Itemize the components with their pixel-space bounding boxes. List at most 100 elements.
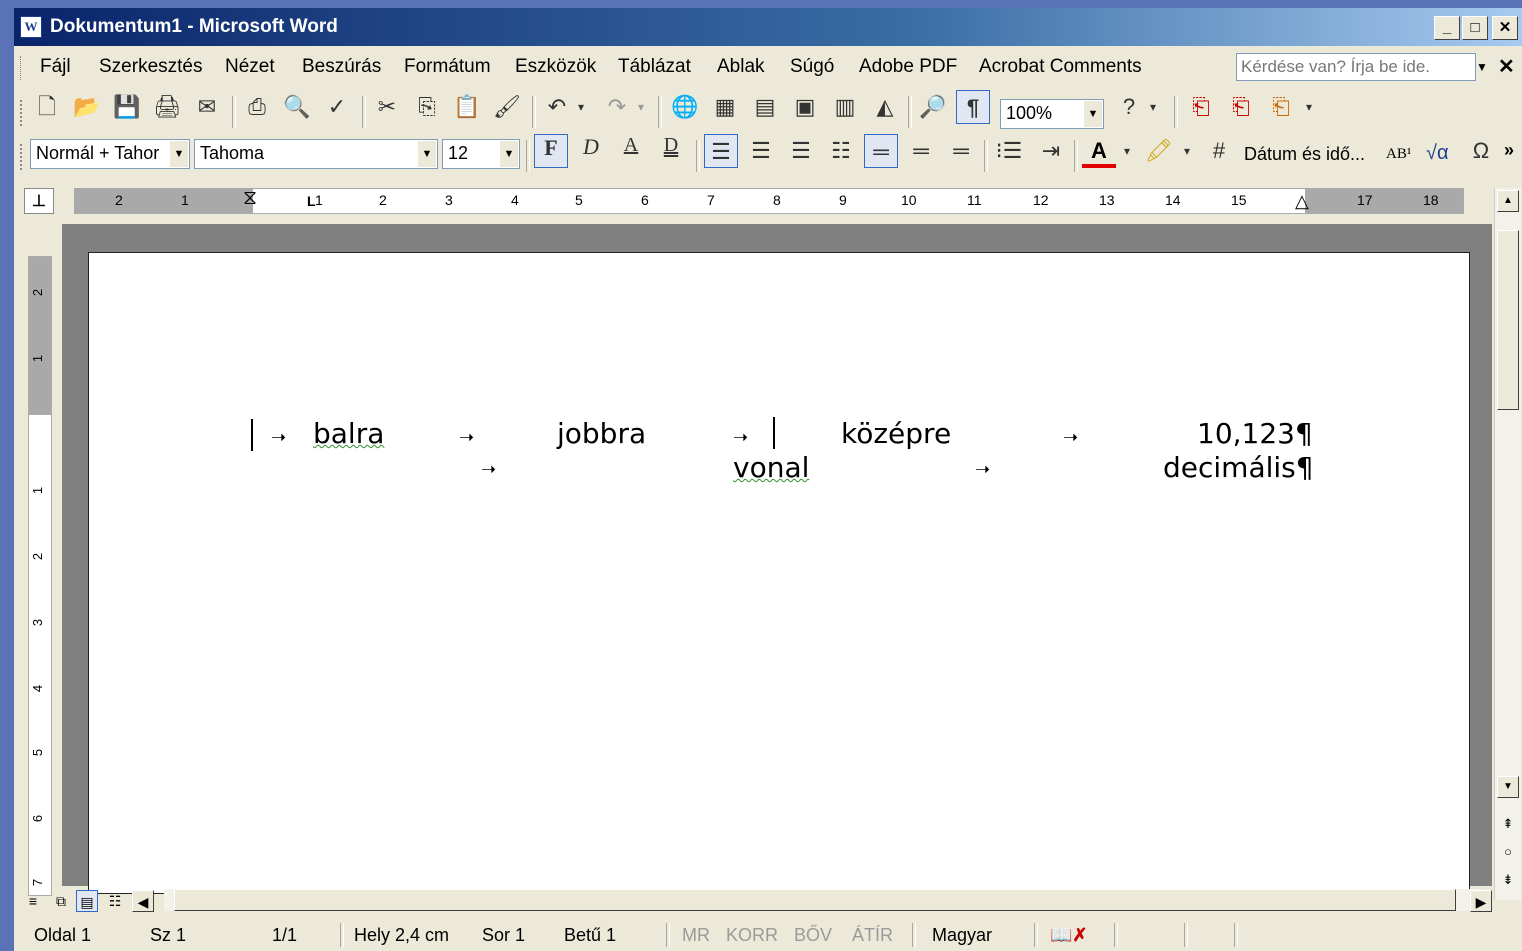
document-close-button[interactable]: ✕ xyxy=(1498,54,1515,79)
browse-object-icon[interactable]: ○ xyxy=(1497,842,1519,864)
insert-field-icon[interactable]: # xyxy=(1202,134,1236,168)
font-size-combo[interactable]: 12 ▼ xyxy=(442,139,520,169)
superscript-button[interactable]: AB¹ xyxy=(1386,146,1411,163)
align-center-icon[interactable]: ☰ xyxy=(744,134,778,168)
double-underline-button[interactable]: D xyxy=(654,134,688,168)
status-macro-record[interactable]: MR xyxy=(682,925,710,946)
font-dropdown-arrow[interactable]: ▼ xyxy=(418,141,436,167)
toolbar-grip[interactable] xyxy=(20,100,26,126)
help-icon[interactable]: ? xyxy=(1112,90,1146,124)
print-icon[interactable]: ⎙ xyxy=(240,90,274,124)
align-left-icon[interactable]: ☰ xyxy=(704,134,738,168)
menu-help[interactable]: Súgó xyxy=(790,56,834,78)
maximize-button[interactable]: □ xyxy=(1462,16,1488,40)
menu-grip[interactable] xyxy=(20,56,25,80)
menu-file[interactable]: Fájl xyxy=(40,56,71,78)
spacing-icon[interactable]: ═ xyxy=(944,134,978,168)
distributed-icon[interactable]: ═ xyxy=(864,134,898,168)
align-right-icon[interactable]: ☰ xyxy=(784,134,818,168)
toolbar-more-button[interactable]: » xyxy=(1504,140,1514,161)
style-combo[interactable]: Normál + Tahor ▼ xyxy=(30,139,190,169)
menu-edit[interactable]: Szerkesztés xyxy=(99,56,202,78)
bullets-icon[interactable]: ⁝☰ xyxy=(992,134,1026,168)
undo-icon[interactable]: ↶ xyxy=(540,90,574,124)
format-painter-icon[interactable]: 🖌 xyxy=(490,90,524,124)
tables-borders-icon[interactable]: ▦ xyxy=(708,90,742,124)
undo-dropdown-icon[interactable]: ▾ xyxy=(572,90,590,124)
redo-icon[interactable]: ↷ xyxy=(600,90,634,124)
equation-button[interactable]: √α xyxy=(1426,142,1449,165)
pdf-email-icon[interactable]: ⎗ xyxy=(1224,90,1258,124)
zoom-dropdown-arrow[interactable]: ▼ xyxy=(1084,101,1102,127)
zoom-combo[interactable]: 100% ▼ xyxy=(1000,99,1104,129)
horizontal-ruler[interactable]: 2 1 1 2 3 4 5 6 7 8 9 10 11 12 13 14 15 … xyxy=(74,187,1464,214)
copy-icon[interactable]: ⎘ xyxy=(410,90,444,124)
hyperlink-icon[interactable]: 🌐 xyxy=(668,90,702,124)
font-combo[interactable]: Tahoma ▼ xyxy=(194,139,438,169)
menu-table[interactable]: Táblázat xyxy=(618,56,691,78)
date-time-button[interactable]: Dátum és idő... xyxy=(1244,144,1365,165)
toolbar-options-icon[interactable]: ▾ xyxy=(1300,90,1318,124)
minimize-button[interactable]: _ xyxy=(1434,16,1460,40)
menu-window[interactable]: Ablak xyxy=(717,56,765,78)
symbol-icon[interactable]: Ω xyxy=(1464,134,1498,168)
open-folder-icon[interactable]: 📂 xyxy=(70,90,104,124)
status-track-changes[interactable]: KORR xyxy=(726,925,778,946)
vertical-ruler[interactable]: 2 1 1 2 3 4 5 6 7 xyxy=(28,256,52,896)
redo-dropdown-icon[interactable]: ▾ xyxy=(632,90,650,124)
email-icon[interactable]: ✉ xyxy=(190,90,224,124)
print-preview-icon[interactable]: 🔍 xyxy=(280,90,314,124)
pdf-review-icon[interactable]: ⎗ xyxy=(1264,90,1298,124)
ask-dropdown-arrow[interactable]: ▼ xyxy=(1472,53,1492,81)
menu-format[interactable]: Formátum xyxy=(404,56,491,78)
left-tab-stop-icon[interactable]: L xyxy=(307,193,316,209)
outline-view-icon[interactable]: ☷ xyxy=(104,890,126,912)
title-bar[interactable]: W Dokumentum1 - Microsoft Word _ □ ✕ xyxy=(14,8,1522,46)
right-indent-marker-icon[interactable]: △ xyxy=(1295,191,1309,212)
underline-button[interactable]: A xyxy=(614,134,648,168)
menu-adobe-pdf[interactable]: Adobe PDF xyxy=(859,56,957,78)
next-page-icon[interactable]: ⇟ xyxy=(1497,870,1519,892)
tab-selector-button[interactable]: ⊥ xyxy=(24,188,54,214)
font-color-icon[interactable]: A xyxy=(1082,134,1116,168)
spelling-status-icon[interactable]: 📖✗ xyxy=(1050,925,1088,946)
spelling-icon[interactable]: ✓ xyxy=(320,90,354,124)
justify-icon[interactable]: ☷ xyxy=(824,134,858,168)
vertical-scroll-thumb[interactable] xyxy=(1497,230,1519,410)
italic-button[interactable]: D xyxy=(574,134,608,168)
scroll-down-button[interactable]: ▼ xyxy=(1497,776,1519,798)
show-formatting-button[interactable]: ¶ xyxy=(956,90,990,124)
font-color-dropdown-icon[interactable]: ▾ xyxy=(1118,134,1136,168)
previous-page-icon[interactable]: ⇞ xyxy=(1497,814,1519,836)
document-map-icon[interactable]: 🔎 xyxy=(916,90,950,124)
bold-button[interactable]: F xyxy=(534,134,568,168)
status-extend[interactable]: BŐV xyxy=(794,925,832,946)
highlight-dropdown-icon[interactable]: ▾ xyxy=(1178,134,1196,168)
word-app-icon[interactable]: W xyxy=(20,16,42,38)
permission-icon[interactable]: 🖨 xyxy=(150,90,184,124)
menu-acrobat-comments[interactable]: Acrobat Comments xyxy=(979,56,1142,78)
help-dropdown-icon[interactable]: ▾ xyxy=(1144,90,1162,124)
drawing-icon[interactable]: ◭ xyxy=(868,90,902,124)
print-layout-icon[interactable]: ▤ xyxy=(76,890,98,912)
scroll-left-button[interactable]: ◀ xyxy=(132,890,154,912)
highlight-icon[interactable]: 🖍 xyxy=(1142,134,1176,168)
toolbar-grip[interactable] xyxy=(20,144,26,170)
line-spacing-icon[interactable]: ═ xyxy=(904,134,938,168)
cut-icon[interactable]: ✂ xyxy=(370,90,404,124)
ask-question-input[interactable]: Kérdése van? Írja be ide. xyxy=(1236,53,1476,81)
horizontal-scroll-thumb[interactable] xyxy=(174,889,1456,911)
status-overtype[interactable]: ÁTÍR xyxy=(852,925,893,946)
close-button[interactable]: ✕ xyxy=(1492,16,1518,40)
menu-tools[interactable]: Eszközök xyxy=(515,56,596,78)
web-layout-icon[interactable]: ⧉ xyxy=(50,890,72,912)
vertical-scrollbar[interactable]: ▲ ▼ ⇞ ○ ⇟ xyxy=(1494,188,1521,900)
menu-view[interactable]: Nézet xyxy=(225,56,275,78)
menu-insert[interactable]: Beszúrás xyxy=(302,56,381,78)
document-page[interactable]: ➝ balra ➝ jobbra ➝ középre ➝ 10,123¶ ➝ v… xyxy=(88,252,1470,894)
scroll-up-button[interactable]: ▲ xyxy=(1497,190,1519,212)
pdf-convert-icon[interactable]: ⎗ xyxy=(1184,90,1218,124)
style-dropdown-arrow[interactable]: ▼ xyxy=(170,141,188,167)
scroll-right-button[interactable]: ▶ xyxy=(1470,890,1492,912)
normal-view-icon[interactable]: ≡ xyxy=(22,890,44,912)
